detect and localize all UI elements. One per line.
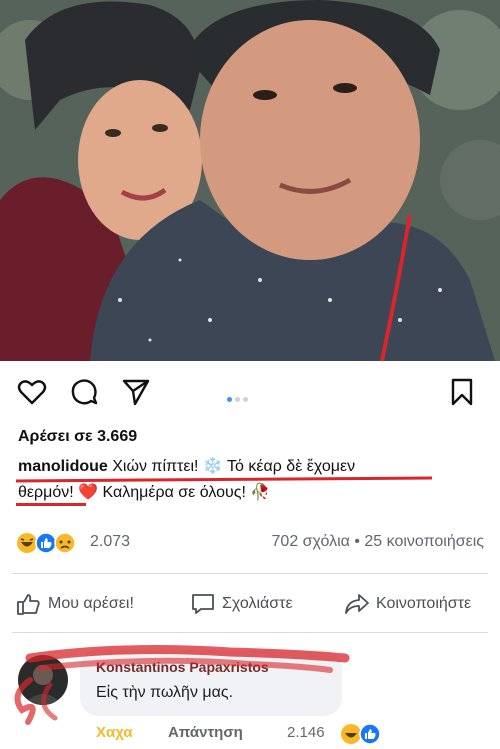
selfie-illustration	[0, 0, 500, 361]
sad-emoji-icon	[54, 532, 76, 554]
reaction-icons	[16, 532, 88, 559]
caption-username[interactable]: manolidoue	[18, 458, 108, 475]
haha-reaction-link[interactable]: Χαχα	[96, 724, 133, 741]
divider	[12, 632, 488, 633]
like-icon	[359, 723, 381, 745]
comment-icon	[192, 594, 214, 614]
instagram-action-bar	[0, 368, 500, 416]
post-photo[interactable]	[0, 0, 500, 361]
facebook-action-bar: Μου αρέσει! Σχολιάστε Κοινοποιήστε	[0, 584, 500, 624]
comment-reaction-count[interactable]: 2.146	[287, 724, 325, 741]
carousel-dot	[235, 397, 240, 402]
share-arrow-icon	[345, 594, 369, 614]
bookmark-icon[interactable]	[446, 376, 478, 408]
comments-shares-summary[interactable]: 702 σχόλια • 25 κοινοποιήσεις	[272, 533, 484, 551]
carousel-indicator	[227, 389, 251, 407]
like-button[interactable]: Μου αρέσει!	[16, 590, 134, 618]
caption-text-line2: θερμόν! ❤️ Καλημέρα σε όλους! 🥀	[18, 484, 271, 501]
reply-link[interactable]: Απάντηση	[168, 724, 243, 741]
reaction-summary[interactable]: 2.073 702 σχόλια • 25 κοινοποιήσεις	[0, 528, 500, 558]
like-button-label: Μου αρέσει!	[48, 595, 134, 612]
haha-emoji-icon	[17, 533, 37, 553]
comment-button-label: Σχολιάστε	[222, 595, 293, 612]
thumbs-up-icon	[17, 594, 40, 615]
share-button-label: Κοινοποιήστε	[376, 595, 472, 612]
comment-button[interactable]: Σχολιάστε	[190, 590, 293, 618]
comment-meta-row: Χαχα Απάντηση 2.146	[96, 723, 496, 749]
red-underline	[16, 503, 86, 506]
share-button[interactable]: Κοινοποιήστε	[344, 590, 471, 618]
comment-reaction-icons	[340, 723, 384, 749]
carousel-dot-active	[227, 397, 232, 402]
heart-icon[interactable]	[16, 376, 48, 408]
send-icon[interactable]	[120, 376, 152, 408]
carousel-dot	[243, 397, 248, 402]
divider	[12, 573, 488, 574]
haha-emoji-icon	[341, 724, 361, 744]
caption-text-line1: Χιών πίπτει! ❄️ Τό κέαρ δὲ ἔχομεν	[112, 458, 356, 475]
likes-count[interactable]: Αρέσει σε 3.669	[18, 428, 137, 446]
reaction-count: 2.073	[90, 533, 131, 550]
like-icon	[35, 532, 57, 554]
comment-bubble-icon[interactable]	[68, 376, 100, 408]
red-scribble-redaction	[14, 645, 350, 725]
